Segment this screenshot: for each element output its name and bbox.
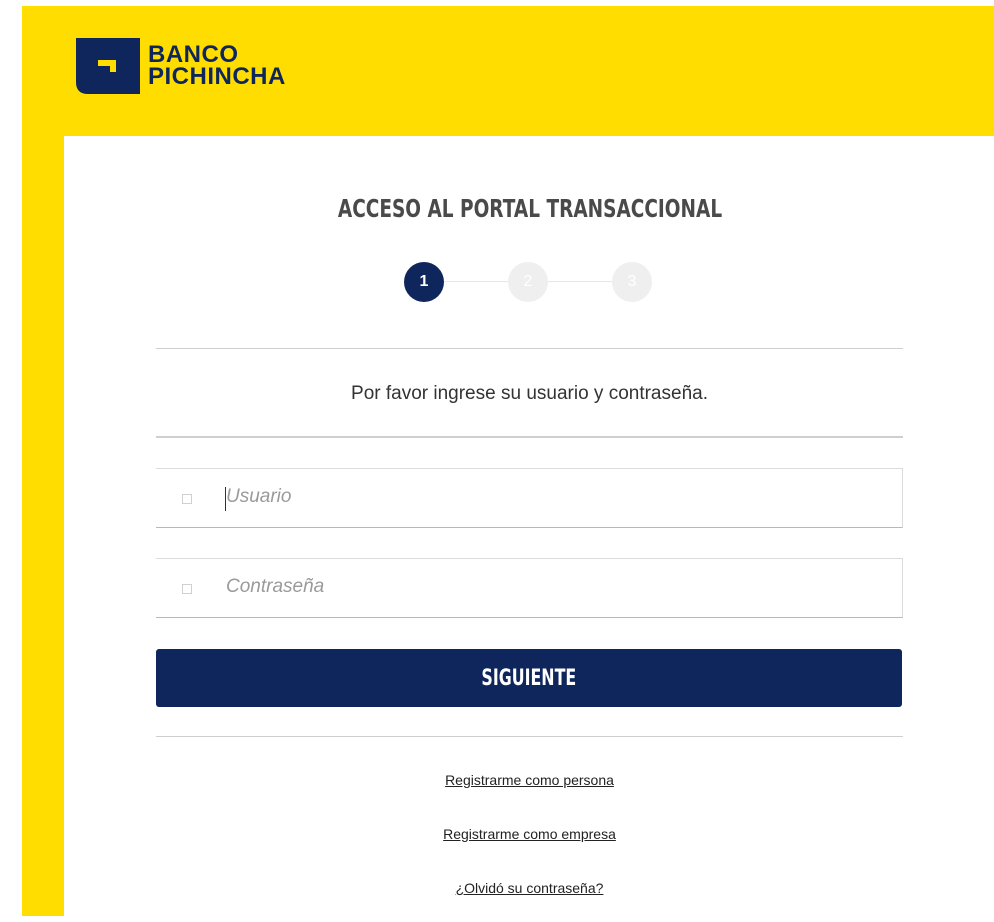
forgot-password-link-row: ¿Olvidó su contraseña? <box>156 880 903 896</box>
divider <box>156 736 903 737</box>
login-instruction: Por favor ingrese su usuario y contraseñ… <box>351 383 708 404</box>
login-stepper: 1 2 3 <box>404 262 652 302</box>
register-person-link-row: Registrarme como persona <box>156 772 903 788</box>
divider <box>156 436 903 438</box>
next-button[interactable]: SIGUIENTE <box>156 649 902 707</box>
register-person-link[interactable]: Registrarme como persona <box>445 772 614 788</box>
page-title: ACCESO AL PORTAL TRANSACCIONAL <box>337 194 723 223</box>
username-field[interactable]: Usuario <box>156 468 903 528</box>
username-placeholder: Usuario <box>226 486 292 507</box>
login-card: ACCESO AL PORTAL TRANSACCIONAL 1 2 3 Por… <box>64 136 994 922</box>
password-field[interactable]: Contraseña <box>156 558 903 618</box>
next-button-label: SIGUIENTE <box>481 665 577 691</box>
password-placeholder: Contraseña <box>226 576 325 597</box>
lock-icon <box>182 584 192 594</box>
forgot-password-link[interactable]: ¿Olvidó su contraseña? <box>456 880 604 896</box>
bank-logo-mark-icon <box>76 38 140 94</box>
stepper-connector <box>444 281 508 282</box>
step-2: 2 <box>508 262 548 302</box>
divider <box>156 348 903 349</box>
step-1: 1 <box>404 262 444 302</box>
user-icon <box>182 494 192 504</box>
stepper-connector <box>548 281 612 282</box>
register-company-link-row: Registrarme como empresa <box>156 826 903 842</box>
bank-logo[interactable]: BANCO PICHINCHA <box>76 38 286 94</box>
bank-logo-wordmark: BANCO PICHINCHA <box>148 43 286 90</box>
register-company-link[interactable]: Registrarme como empresa <box>443 826 616 842</box>
logo-line-2: PICHINCHA <box>148 63 286 90</box>
step-3: 3 <box>612 262 652 302</box>
brand-frame: BANCO PICHINCHA ACCESO AL PORTAL TRANSAC… <box>22 6 994 922</box>
